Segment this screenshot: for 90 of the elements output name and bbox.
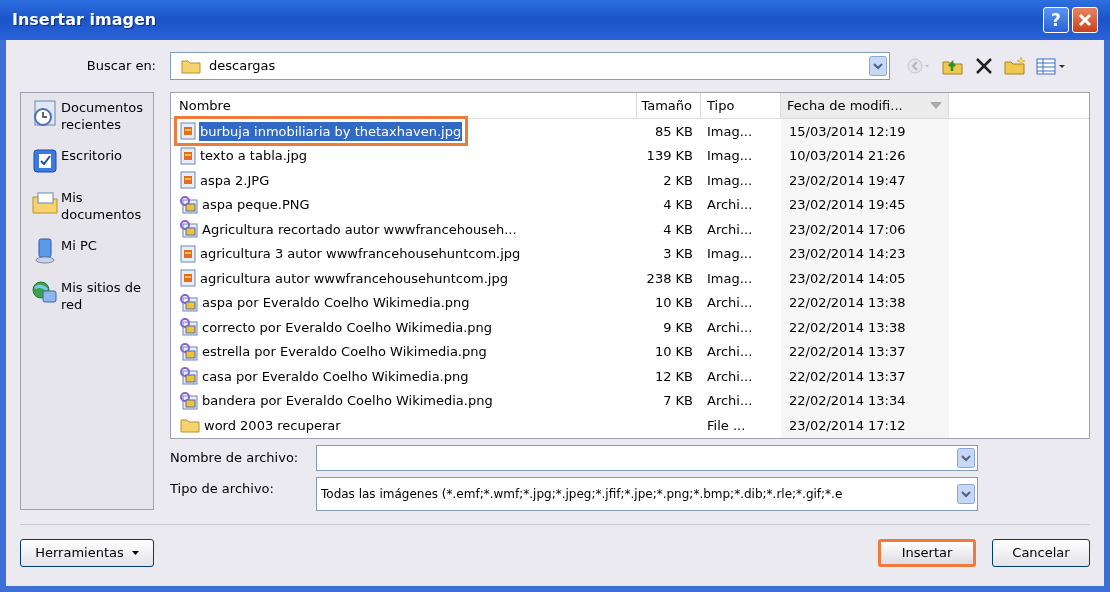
image-file-icon bbox=[180, 146, 196, 165]
image-file-icon bbox=[180, 122, 196, 141]
file-size: 3 KB bbox=[663, 246, 693, 261]
folder-icon bbox=[180, 417, 200, 434]
places-item[interactable]: Documentos recientes bbox=[31, 99, 143, 133]
file-date: 15/03/2014 12:19 bbox=[789, 122, 906, 141]
file-size: 10 KB bbox=[654, 295, 693, 310]
picture-file-icon bbox=[180, 220, 198, 239]
file-size: 4 KB bbox=[663, 197, 693, 212]
delete-icon[interactable] bbox=[974, 56, 994, 76]
file-type: Archi... bbox=[707, 295, 753, 310]
image-file-icon bbox=[180, 269, 196, 288]
file-type: Imag... bbox=[707, 148, 753, 163]
file-date: 22/02/2014 13:37 bbox=[789, 343, 906, 361]
look-in-label: Buscar en: bbox=[85, 57, 157, 76]
file-type: Archi... bbox=[707, 221, 753, 237]
file-date: 23/02/2014 14:05 bbox=[789, 269, 906, 288]
file-name[interactable]: aspa 2.JPG bbox=[177, 168, 274, 193]
file-name[interactable]: agricultura 3 autor wwwfrancehousehuntcom.jpg bbox=[177, 241, 525, 266]
file-date: 10/03/2014 21:26 bbox=[789, 147, 906, 165]
file-size: 12 KB bbox=[654, 368, 693, 384]
close-button[interactable] bbox=[1072, 7, 1098, 33]
places-item[interactable]: Mis documentos bbox=[31, 189, 143, 223]
file-size: 4 KB bbox=[663, 221, 693, 237]
file-size: 139 KB bbox=[646, 148, 693, 163]
window-title: Insertar imagen bbox=[12, 9, 158, 31]
file-type: File ... bbox=[707, 417, 746, 433]
file-date: 22/02/2014 13:37 bbox=[789, 367, 906, 386]
folder-icon bbox=[181, 58, 201, 74]
file-type: Imag... bbox=[707, 123, 753, 139]
recent-documents-icon bbox=[31, 99, 59, 127]
caret-icon bbox=[131, 551, 139, 555]
image-file-icon bbox=[180, 171, 196, 190]
places-item[interactable]: Escritorio bbox=[31, 147, 143, 175]
file-type: Archi... bbox=[707, 344, 753, 359]
file-name[interactable]: bandera por Everaldo Coelho Wikimedia.png bbox=[177, 388, 497, 413]
file-date: 22/02/2014 13:38 bbox=[789, 318, 906, 337]
file-date: 22/02/2014 13:38 bbox=[789, 294, 906, 312]
picture-file-icon bbox=[180, 342, 198, 361]
places-item[interactable]: Mi PC bbox=[31, 237, 143, 265]
file-size: 2 KB bbox=[663, 172, 693, 188]
tools-menu-button[interactable]: Herramientas bbox=[20, 539, 154, 567]
file-name[interactable]: aspa por Everaldo Coelho Wikimedia.png bbox=[177, 290, 474, 315]
file-name[interactable]: Agricultura recortado autor wwwfrancehouseh... bbox=[177, 217, 521, 242]
file-date: 23/02/2014 17:06 bbox=[789, 220, 906, 239]
cancel-button[interactable]: Cancelar bbox=[992, 539, 1090, 567]
file-name-field[interactable] bbox=[316, 444, 978, 471]
file-name[interactable]: texto a tabla.jpg bbox=[177, 143, 311, 168]
file-name[interactable]: word 2003 recuperar bbox=[177, 413, 345, 438]
picture-file-icon bbox=[180, 391, 198, 410]
file-type: Archi... bbox=[707, 393, 753, 408]
picture-file-icon bbox=[180, 318, 198, 337]
file-name[interactable]: estrella por Everaldo Coelho Wikimedia.png bbox=[177, 339, 491, 364]
file-type-dropdown[interactable]: Todas las imágenes (*.emf;*.wmf;*.jpg;*.jpeg;*.jfif;*.jpe;*.png;*.bmp;*.dib;*.rle;*.gif;*.e bbox=[316, 476, 978, 511]
file-date: 23/02/2014 17:12 bbox=[789, 416, 906, 435]
help-button[interactable]: ? bbox=[1043, 7, 1069, 33]
look-in-dropdown[interactable]: descargas bbox=[170, 52, 890, 80]
views-menu-icon[interactable] bbox=[1036, 56, 1066, 76]
file-size: 9 KB bbox=[663, 319, 693, 335]
file-type: Archi... bbox=[707, 319, 753, 335]
file-size: 85 KB bbox=[654, 123, 693, 139]
file-type: Imag... bbox=[707, 246, 753, 261]
places-item[interactable]: Mis sitios de red bbox=[31, 279, 143, 313]
file-name[interactable]: aspa peque.PNG bbox=[177, 192, 314, 217]
file-name[interactable]: agricultura autor wwwfrancehousehuntcom.jpg bbox=[177, 266, 512, 291]
file-date: 23/02/2014 14:23 bbox=[789, 245, 906, 263]
file-type: Imag... bbox=[707, 270, 753, 286]
file-date: 22/02/2014 13:34 bbox=[789, 392, 906, 410]
picture-file-icon bbox=[180, 367, 198, 386]
insert-button[interactable]: Insertar bbox=[878, 539, 976, 567]
file-type: Imag... bbox=[707, 172, 753, 188]
picture-file-icon bbox=[180, 195, 198, 214]
file-type-label: Tipo de archivo: bbox=[170, 479, 275, 498]
file-name-label: Nombre de archivo: bbox=[170, 448, 300, 467]
column-header[interactable]: Fecha de modifi... bbox=[781, 93, 949, 118]
close-icon bbox=[1078, 13, 1092, 27]
file-date: 23/02/2014 19:47 bbox=[789, 171, 906, 190]
desktop-icon bbox=[31, 147, 59, 175]
file-size: 10 KB bbox=[654, 344, 693, 359]
documents-folder-icon bbox=[31, 189, 59, 217]
file-size: 7 KB bbox=[663, 393, 693, 408]
file-size: 238 KB bbox=[646, 270, 693, 286]
picture-file-icon bbox=[180, 293, 198, 312]
image-file-icon bbox=[180, 244, 196, 263]
file-type: Archi... bbox=[707, 368, 753, 384]
sort-arrow-icon bbox=[930, 101, 942, 110]
file-name[interactable]: correcto por Everaldo Coelho Wikimedia.png bbox=[177, 315, 497, 340]
file-date: 23/02/2014 19:45 bbox=[789, 196, 906, 214]
file-name[interactable]: casa por Everaldo Coelho Wikimedia.png bbox=[177, 364, 473, 389]
file-type: Archi... bbox=[707, 197, 753, 212]
